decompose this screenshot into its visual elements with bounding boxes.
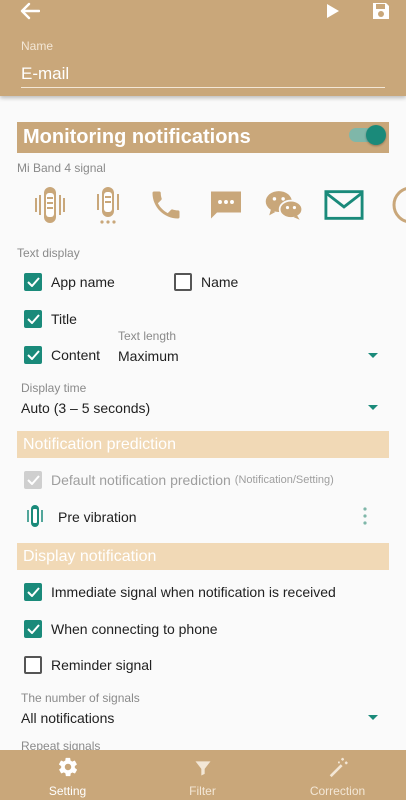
more-vert-icon[interactable] [362,507,368,530]
signal-icons-row [30,183,406,227]
check-icon [24,583,42,601]
check-icon [24,310,42,328]
immediate-signal-label: Immediate signal when notification is re… [51,584,336,600]
tab-filter[interactable]: Filter [135,750,270,800]
monitoring-toggle[interactable] [349,125,386,145]
filter-icon [193,758,213,781]
empty-box-icon [174,273,192,291]
magic-wand-icon [327,756,349,781]
name-checkbox-label: Name [201,274,239,290]
signals-count-dropdown[interactable]: All notifications [21,710,114,726]
display-time-label: Display time [21,381,87,395]
connecting-checkbox[interactable]: When connecting to phone [24,620,218,638]
reminder-signal-label: Reminder signal [51,657,153,673]
tab-setting[interactable]: Setting [0,750,135,800]
monitoring-section-header: Monitoring notifications [17,122,389,153]
bottom-navigation: Setting Filter Correction [0,750,406,800]
partial-icon[interactable] [382,183,406,227]
connecting-label: When connecting to phone [51,621,218,637]
name-checkbox[interactable]: Name [174,273,238,291]
default-prediction-checkbox[interactable]: Default notification prediction (Notific… [24,471,334,489]
check-icon [24,620,42,638]
wechat-icon[interactable] [264,183,304,227]
empty-box-icon [24,656,42,674]
title-label: Title [51,311,77,327]
display-time-dropdown[interactable]: Auto (3 – 5 seconds) [21,400,150,416]
vibration-band-icon [24,504,46,533]
check-icon [24,471,42,489]
sms-icon[interactable] [206,183,246,227]
save-icon[interactable] [368,0,394,22]
app-bar: Name E-mail [0,0,406,96]
check-icon [24,273,42,291]
check-icon [24,346,42,364]
content-label: Content [51,347,101,363]
toggle-knob [366,125,386,145]
tab-correction-label: Correction [309,784,366,798]
name-input[interactable]: E-mail [21,60,385,88]
text-display-caption: Text display [17,246,80,260]
text-length-label: Text length [118,329,177,343]
gear-icon [57,756,79,781]
signals-count-chevron-down-icon[interactable] [368,715,378,720]
app-name-checkbox[interactable]: App name [24,273,115,291]
display-section-header: Display notification [17,543,389,570]
default-prediction-suffix: (Notification/Setting) [234,474,334,486]
title-checkbox[interactable]: Title [24,310,77,328]
name-field-label: Name [21,39,54,53]
immediate-signal-checkbox[interactable]: Immediate signal when notification is re… [24,583,336,601]
play-icon[interactable] [322,0,344,22]
prediction-title: Notification prediction [23,436,176,453]
app-name-label: App name [51,274,115,290]
default-prediction-label: Default notification prediction [51,472,231,488]
vibration-band-dots-icon[interactable] [88,183,128,227]
monitoring-title: Monitoring notifications [23,126,251,148]
text-length-dropdown[interactable]: Maximum [118,348,179,364]
tab-correction[interactable]: Correction [270,750,405,800]
display-title: Display notification [23,548,157,565]
text-length-chevron-down-icon[interactable] [368,353,378,358]
reminder-signal-checkbox[interactable]: Reminder signal [24,656,152,674]
signals-count-label: The number of signals [21,691,140,705]
display-time-chevron-down-icon[interactable] [368,405,378,410]
pre-vibration-row[interactable]: Pre vibration [24,504,376,530]
content-checkbox[interactable]: Content [24,346,100,364]
pre-vibration-label: Pre vibration [58,509,137,525]
back-arrow-icon[interactable] [16,0,44,22]
tab-setting-label: Setting [48,784,87,798]
phone-icon[interactable] [146,183,186,227]
prediction-section-header: Notification prediction [17,431,389,458]
vibration-band-icon[interactable] [30,183,70,227]
tab-filter-label: Filter [189,784,216,798]
mail-icon[interactable] [324,183,364,227]
signal-caption: Mi Band 4 signal [17,161,106,175]
